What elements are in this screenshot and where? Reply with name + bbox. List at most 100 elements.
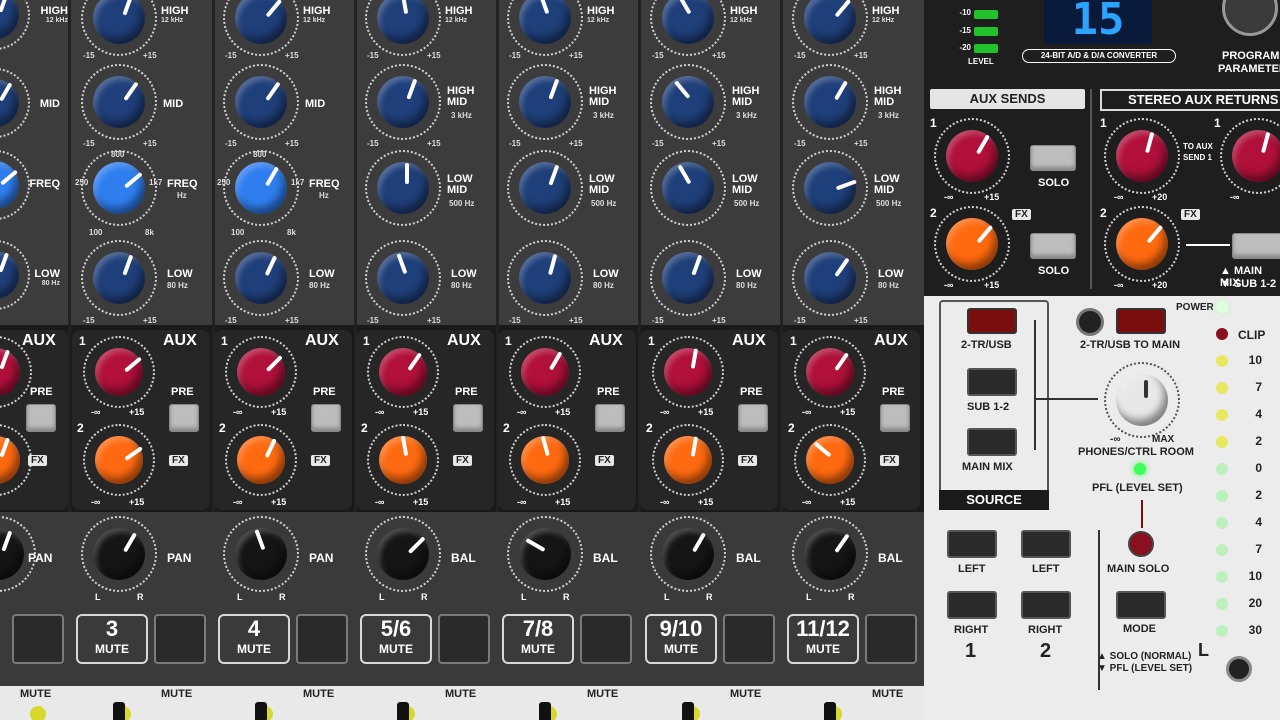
mute-button[interactable] [580,614,632,664]
eq-low-knob[interactable] [223,240,299,316]
aux-1-knob[interactable] [652,336,724,408]
level-led [974,10,998,19]
eq-high-mid-knob[interactable] [365,64,441,140]
source-2tr-button[interactable] [967,308,1017,334]
left-2-button[interactable] [1021,530,1071,558]
meter-mark: 2 [1255,488,1262,502]
aux-1-knob[interactable] [794,336,866,408]
eq-freq-top: 800 [253,150,267,159]
solo-button-2[interactable] [1030,233,1076,259]
send1-label: SEND 1 [1183,153,1212,162]
pan-knob[interactable] [365,516,441,592]
aux-1-label: 1 [505,334,512,348]
eq-high-mid-knob[interactable] [650,64,726,140]
eq-low-knob[interactable] [650,240,726,316]
return-min: -∞ [1114,192,1124,202]
eq-freq-knob[interactable] [223,150,299,226]
return-route-button[interactable] [1232,233,1280,259]
pan-knob[interactable] [223,516,299,592]
aux-max: +15 [271,497,287,507]
aux-2-knob[interactable] [509,424,581,496]
main-solo-label: MAIN SOLO [1107,563,1170,575]
aux-2-label: 2 [503,421,510,435]
aux-2-knob[interactable] [367,424,439,496]
mute-button[interactable] [296,614,348,664]
aux-2-knob[interactable] [652,424,724,496]
pan-knob[interactable] [81,516,157,592]
pan-knob[interactable] [792,516,868,592]
mute-button[interactable] [12,614,64,664]
eq-range-lo: -15 [509,51,521,60]
mute-button[interactable] [723,614,775,664]
eq-high-mid-knob[interactable] [792,64,868,140]
aux-2-knob[interactable] [794,424,866,496]
pan-knob[interactable] [507,516,583,592]
eq-freq-knob[interactable] [81,150,157,226]
meter-led [1216,544,1228,556]
aux-1-knob[interactable] [509,336,581,408]
pre-button[interactable] [26,404,56,432]
aux-send-1-label: 1 [930,116,937,130]
right-1-button[interactable] [947,591,997,619]
eq-low-label: LOW [736,268,762,280]
fader-cap[interactable] [255,702,267,720]
mute-button[interactable] [865,614,917,664]
aux-send-1-knob[interactable] [934,118,1010,194]
eq-low-mid-knob[interactable] [507,150,583,226]
eq-low-mid-knob[interactable] [792,150,868,226]
eq-mid-knob[interactable] [223,64,299,140]
solo-button-1[interactable] [1030,145,1076,171]
eq-mid-knob[interactable] [81,64,157,140]
eq-high-sub: 12 kHz [445,17,468,24]
fader-cap[interactable] [824,702,836,720]
eq-low-knob[interactable] [507,240,583,316]
fader-cap[interactable] [682,702,694,720]
pre-button[interactable] [880,404,910,432]
pan-label: BAL [451,551,476,565]
aux-min: -∞ [660,407,670,417]
pre-button[interactable] [595,404,625,432]
right-2-button[interactable] [1021,591,1071,619]
mute-led [30,706,46,720]
eq-low-mid-knob[interactable] [650,150,726,226]
mode-button[interactable] [1116,591,1166,619]
return-2-knob[interactable] [1104,206,1180,282]
aux-send-2-knob[interactable] [934,206,1010,282]
mute-button[interactable] [154,614,206,664]
eq-low-knob[interactable] [792,240,868,316]
level-mark: -10 [959,8,971,17]
aux-2-knob[interactable] [225,424,297,496]
knob-cap [95,348,143,396]
pre-button[interactable] [311,404,341,432]
return-1-knob[interactable] [1104,118,1180,194]
return-min: -∞ [1114,280,1124,290]
meter-mark: 0 [1255,461,1262,475]
aux-1-knob[interactable] [83,336,155,408]
fader-cap[interactable] [539,702,551,720]
phones-knob[interactable] [1104,362,1180,438]
pre-button[interactable] [738,404,768,432]
eq-low-knob[interactable] [365,240,441,316]
mute-button[interactable] [438,614,490,664]
aux-2-knob[interactable] [83,424,155,496]
fader-cap[interactable] [397,702,409,720]
aux-1-knob[interactable] [225,336,297,408]
aux-min: -∞ [375,497,385,507]
source-main-button[interactable] [967,428,1017,456]
eq-range-hi: +15 [427,51,441,60]
2tr-to-main-button[interactable] [1116,308,1166,334]
pre-button[interactable] [453,404,483,432]
pre-button[interactable] [169,404,199,432]
left-1-button[interactable] [947,530,997,558]
eq-low-knob[interactable] [81,240,157,316]
aux-1-knob[interactable] [367,336,439,408]
eq-high-mid-knob[interactable] [507,64,583,140]
pan-knob[interactable] [650,516,726,592]
source-sub-button[interactable] [967,368,1017,396]
eq-freq-r: 1k7 [149,178,163,187]
fader-cap[interactable] [113,702,125,720]
eq-freq-sub: Hz [177,191,187,200]
eq-range-hi: +15 [854,316,868,325]
eq-range-lo: -15 [652,51,664,60]
eq-low-mid-knob[interactable] [365,150,441,226]
